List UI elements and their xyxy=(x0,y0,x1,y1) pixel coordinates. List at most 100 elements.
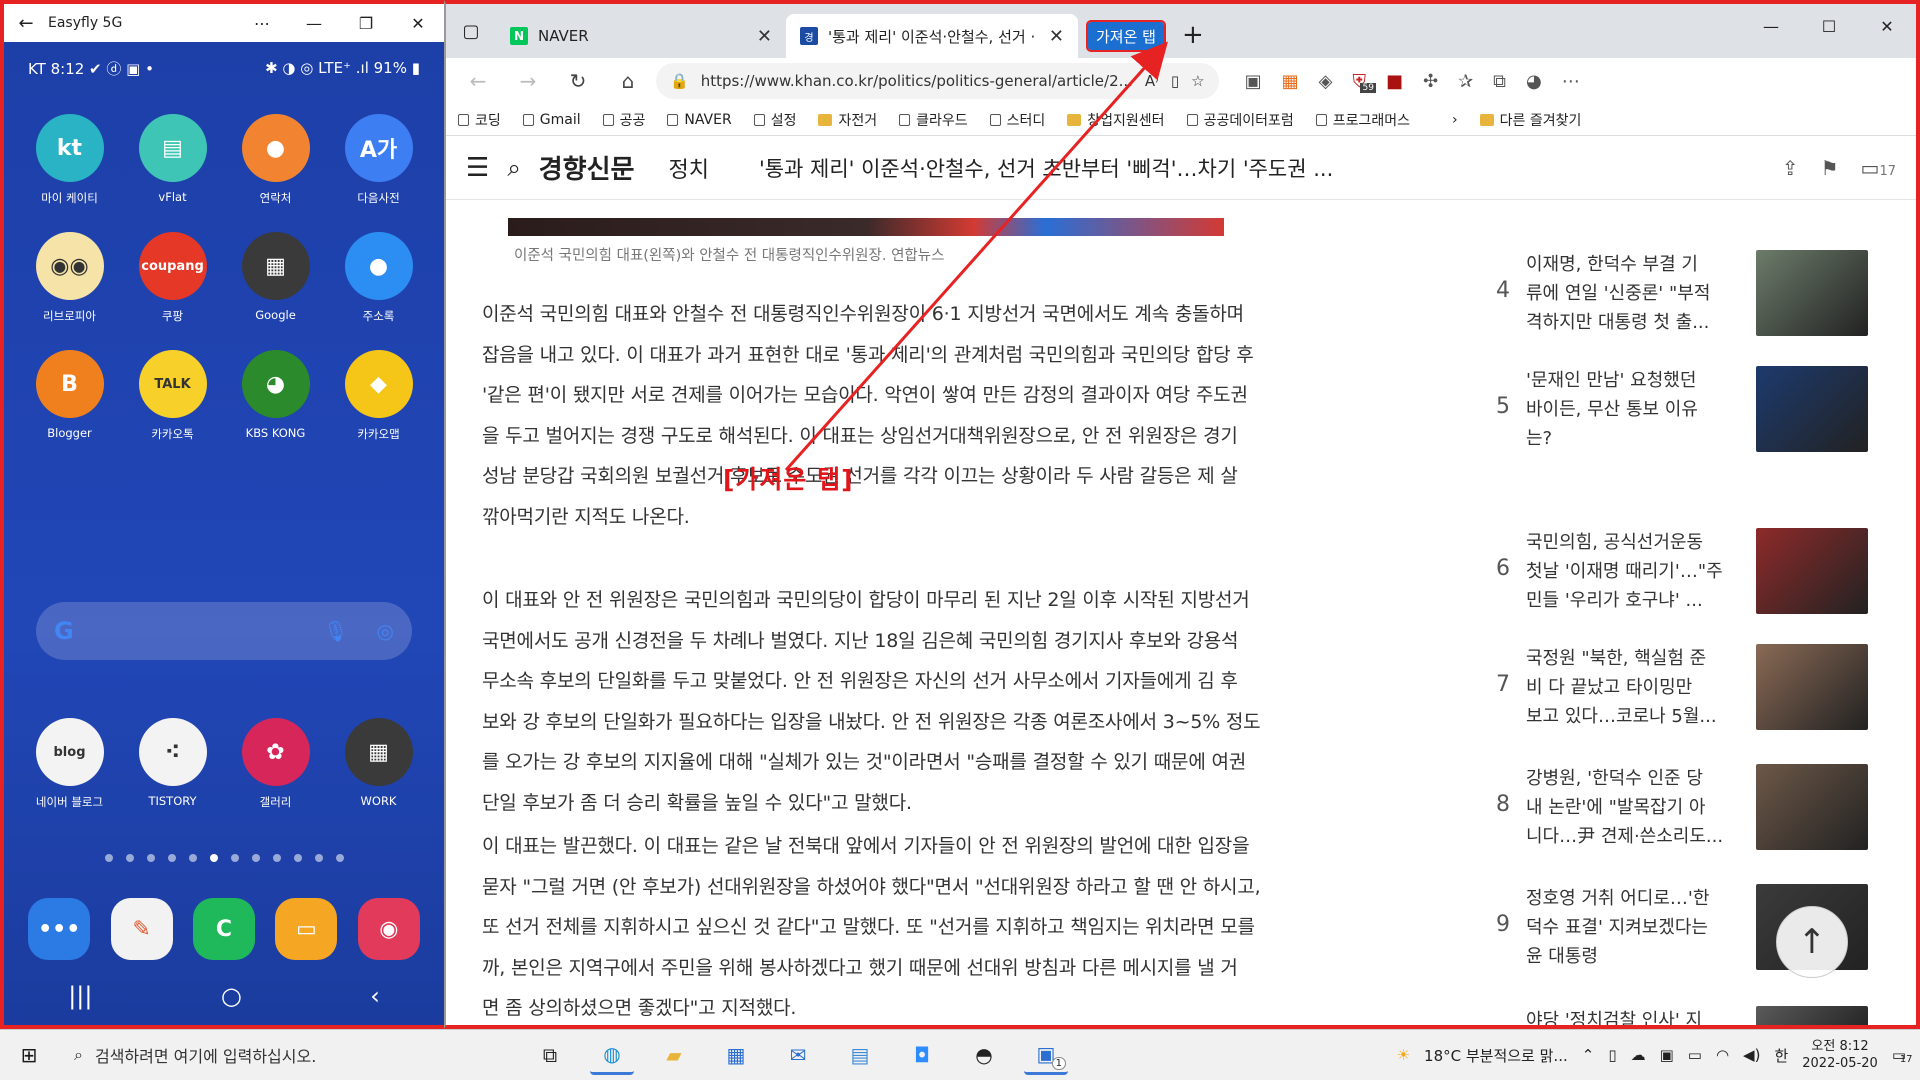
settings-more-icon[interactable]: ⋯ xyxy=(1562,71,1580,92)
page-dot[interactable] xyxy=(293,854,302,862)
task-view-icon[interactable]: ⧉ xyxy=(528,1035,572,1075)
refresh-icon[interactable]: ↻ xyxy=(556,69,600,93)
volume-icon[interactable]: ◀) xyxy=(1743,1046,1760,1064)
google-search-bar[interactable]: G 🎙 ◎ xyxy=(36,602,412,660)
store-icon[interactable]: ▦ xyxy=(714,1035,758,1075)
home-icon[interactable]: ⌂ xyxy=(606,69,650,93)
phone-mirror-app-icon[interactable]: ▣ 1 xyxy=(1024,1035,1068,1075)
page-dot[interactable] xyxy=(251,854,260,862)
page-dot[interactable] xyxy=(314,854,323,862)
popular-news-item[interactable]: 5 '문재인 만남' 요청했던 바이든, 무산 통보 이유 는? xyxy=(1496,366,1868,454)
home-icon[interactable]: ○ xyxy=(221,982,242,1010)
immersive-reader-icon[interactable]: ▯ xyxy=(1171,72,1179,90)
page-dot[interactable] xyxy=(188,854,197,862)
bookmark-item[interactable]: NAVER xyxy=(667,112,732,128)
page-dot[interactable] xyxy=(209,854,218,862)
app-apps_row3-2[interactable]: ◕ KBS KONG xyxy=(224,350,327,442)
tab-close-icon[interactable]: ✕ xyxy=(1049,26,1064,47)
close-icon[interactable]: ✕ xyxy=(1858,4,1916,50)
popular-news-item[interactable]: 4 이재명, 한덕수 부결 기 류에 연일 '신중론' "부적 격하지만 대통령 첫 … xyxy=(1496,250,1868,338)
tab-khan-article[interactable]: 경 '통과 제리' 이준석·안철수, 선거 · ✕ xyxy=(786,14,1078,58)
dock-files-app[interactable]: ▭ xyxy=(265,898,347,968)
app-apps_row4-2[interactable]: ✿ 갤러리 xyxy=(224,718,327,810)
app-icon[interactable]: ▤ xyxy=(838,1035,882,1075)
bookmark-item[interactable]: 클라우드 xyxy=(899,110,968,130)
section-name[interactable]: 정치 xyxy=(668,152,708,184)
page-dot[interactable] xyxy=(125,854,134,862)
page-dot[interactable] xyxy=(104,854,113,862)
minimize-icon[interactable]: — xyxy=(1742,4,1800,50)
popular-news-item[interactable]: 7 국정원 "북한, 핵실험 준비 다 끝났고 타이밍만 보고 있다…코로나 5월.… xyxy=(1496,644,1868,732)
share-icon[interactable]: ⇪ xyxy=(1782,156,1799,180)
tab-close-icon[interactable]: ✕ xyxy=(757,26,772,47)
app-apps_row4-3[interactable]: ▦ WORK xyxy=(327,718,430,810)
bookmark-item[interactable]: 설정 xyxy=(753,110,796,130)
battery-icon[interactable]: ▭ xyxy=(1688,1046,1702,1064)
dock-camera-app[interactable]: ◉ xyxy=(348,898,430,968)
tray-icon[interactable]: ▯ xyxy=(1608,1046,1616,1064)
chevron-up-icon[interactable]: ⌃ xyxy=(1582,1046,1595,1064)
app-apps_row3-0[interactable]: B Blogger xyxy=(18,350,121,442)
minimize-icon[interactable]: — xyxy=(288,14,340,33)
bookmark-icon[interactable]: ⚑ xyxy=(1821,156,1839,180)
chevron-right-icon[interactable]: › xyxy=(1452,112,1458,128)
recents-icon[interactable]: ||| xyxy=(68,982,92,1010)
wifi-icon[interactable]: ◠ xyxy=(1716,1046,1729,1064)
taskbar-search-box[interactable]: ⌕ 검색하려면 여기에 입력하십시오. xyxy=(58,1030,478,1080)
bookmark-item[interactable]: 프로그래머스 xyxy=(1315,110,1410,130)
weather-text[interactable]: 18°C 부분적으로 맑... xyxy=(1424,1045,1568,1066)
page-dot[interactable] xyxy=(335,854,344,862)
bookmark-item[interactable]: Gmail xyxy=(522,112,581,128)
page-dot[interactable] xyxy=(167,854,176,862)
zoom-icon[interactable]: ◘ xyxy=(900,1035,944,1075)
imported-tabs-group[interactable]: 가져온 탭 xyxy=(1086,20,1166,52)
puzzle-icon[interactable]: ✣ xyxy=(1423,71,1438,92)
pocket-icon[interactable]: ◈ xyxy=(1319,71,1333,92)
page-dot[interactable] xyxy=(272,854,281,862)
hamburger-menu-icon[interactable]: ☰ xyxy=(466,153,489,183)
extension-icon[interactable]: ▣ xyxy=(1245,71,1262,92)
profile-avatar[interactable]: ◕ xyxy=(1526,71,1542,92)
maximize-icon[interactable]: ☐ xyxy=(1800,4,1858,50)
bookmark-item[interactable]: 공공 xyxy=(602,110,645,130)
favorites-icon[interactable]: ✰ xyxy=(1458,71,1473,92)
app-apps_row1-2[interactable]: ● 연락처 xyxy=(224,114,327,206)
forward-arrow-icon[interactable]: → xyxy=(506,69,550,93)
tab-actions-icon[interactable]: ▢ xyxy=(446,4,496,58)
extension-icon[interactable]: ▦ xyxy=(1282,71,1299,92)
bookmark-item[interactable]: 공공데이터포럼 xyxy=(1186,110,1294,130)
tray-icon[interactable]: ▣ xyxy=(1660,1046,1674,1064)
app-apps_row4-1[interactable]: ⁖ TISTORY xyxy=(121,718,224,810)
app-apps_row4-0[interactable]: blog 네이버 블로그 xyxy=(18,718,121,810)
tab-naver[interactable]: N NAVER ✕ xyxy=(496,14,786,58)
cloud-icon[interactable]: ☁ xyxy=(1631,1046,1646,1064)
add-favorite-icon[interactable]: ☆ xyxy=(1191,72,1204,90)
more-icon[interactable]: ⋯ xyxy=(236,14,288,33)
page-dot[interactable] xyxy=(146,854,155,862)
mail-icon[interactable]: ✉ xyxy=(776,1035,820,1075)
app-apps_row3-3[interactable]: ◆ 카카오맵 xyxy=(327,350,430,442)
dock-phone-app[interactable]: C xyxy=(183,898,265,968)
back-arrow-icon[interactable]: ← xyxy=(456,69,500,93)
address-bar[interactable]: 🔒 https://www.khan.co.kr/politics/politi… xyxy=(656,63,1219,99)
dock-notes-app[interactable]: ✎ xyxy=(100,898,182,968)
lens-icon[interactable]: ◎ xyxy=(377,619,394,643)
bookmark-item[interactable]: 코딩 xyxy=(458,110,501,130)
edge-browser-icon[interactable]: ◍ xyxy=(590,1035,634,1075)
file-explorer-icon[interactable]: ▰ xyxy=(652,1035,696,1075)
other-favorites[interactable]: 다른 즐겨찾기 xyxy=(1479,110,1581,130)
weather-icon[interactable]: ☀ xyxy=(1397,1046,1410,1064)
search-icon[interactable]: ⌕ xyxy=(507,154,520,182)
app-icon[interactable]: ◓ xyxy=(962,1035,1006,1075)
popular-news-item[interactable]: 야당 '정치검찰 인사' 지 xyxy=(1496,1006,1868,1025)
read-aloud-icon[interactable]: A⁾ xyxy=(1145,72,1159,90)
microphone-icon[interactable]: 🎙 xyxy=(323,619,348,643)
site-logo[interactable]: 경향신문 xyxy=(539,149,635,186)
app-apps_row1-1[interactable]: ▤ vFlat xyxy=(121,114,224,206)
app-apps_row2-0[interactable]: ◉◉ 리브로피아 xyxy=(18,232,121,324)
back-arrow-icon[interactable]: ← xyxy=(4,13,48,34)
bookmark-item[interactable]: 자전거 xyxy=(818,110,877,130)
extension-icon[interactable]: ⛨ 59 xyxy=(1352,71,1376,93)
extension-icon[interactable]: ■ xyxy=(1386,71,1403,92)
app-apps_row1-3[interactable]: A가 다음사전 xyxy=(327,114,430,206)
